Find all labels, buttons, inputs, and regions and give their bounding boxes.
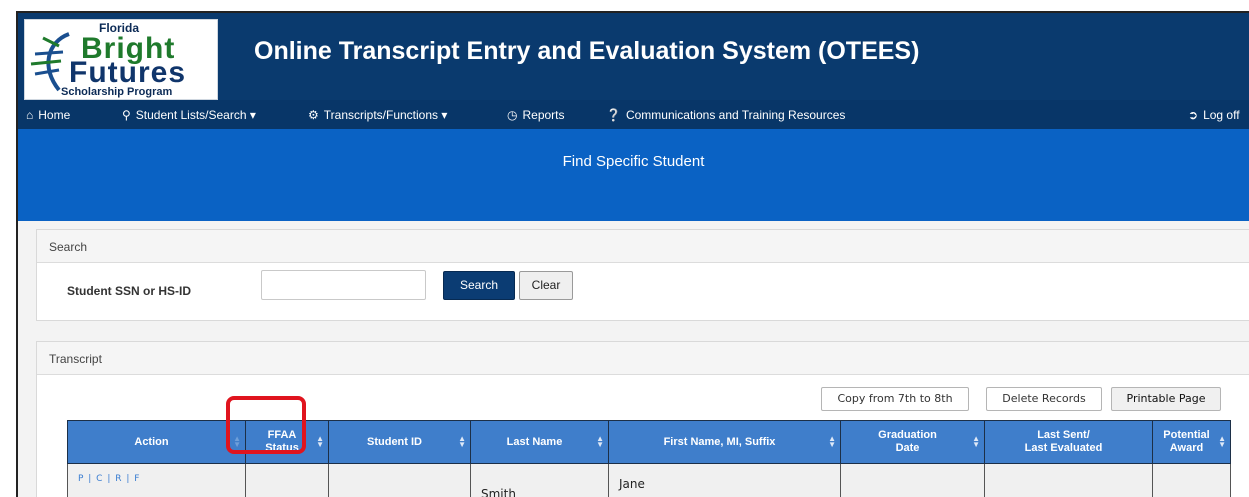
nav-transcripts[interactable]: ⚙ Transcripts/Functions ▾ xyxy=(308,108,447,122)
question-icon: ❔ xyxy=(606,108,621,122)
last-name-cell: Smith xyxy=(470,463,609,497)
nav-transcripts-label: Transcripts/Functions xyxy=(323,108,439,122)
column-header-label: First Name, MI, Suffix xyxy=(663,435,776,448)
nav-student-lists-label: Student Lists/Search xyxy=(135,108,247,122)
nav-home[interactable]: ⌂ Home xyxy=(26,108,70,122)
main-nav: ⌂ Home ⚲ Student Lists/Search ▾ ⚙ Transcrip… xyxy=(18,100,1249,129)
nav-logoff[interactable]: ➲ Log off xyxy=(1188,108,1240,122)
column-header-first-name[interactable]: First Name, MI, Suffix ▲ ▼ xyxy=(608,420,841,464)
column-header-action[interactable]: Action ▲ ▼ xyxy=(67,420,246,464)
clock-icon: ◷ xyxy=(507,108,518,122)
bright-futures-logo[interactable]: Florida Bright Futures Scholarship Progr… xyxy=(24,19,218,100)
last-name-value: Smith xyxy=(481,486,516,497)
nav-communications[interactable]: ❔ Communications and Training Resources xyxy=(606,108,845,122)
column-header-label: Graduation xyxy=(878,429,937,441)
column-header-label: Action xyxy=(134,435,169,448)
sort-icon: ▲ ▼ xyxy=(458,434,466,449)
ssn-field-label: Student SSN or HS-ID xyxy=(67,284,192,298)
column-header-label-line2: Last Evaluated xyxy=(1024,442,1103,454)
sort-icon: ▲ ▼ xyxy=(828,434,836,449)
copy-7th-to-8th-button[interactable]: Copy from 7th to 8th xyxy=(821,387,969,411)
potential-award-cell xyxy=(1152,463,1231,497)
nav-logoff-label: Log off xyxy=(1203,108,1240,122)
nav-student-lists[interactable]: ⚲ Student Lists/Search ▾ xyxy=(122,108,256,122)
page-banner: Find Specific Student xyxy=(18,129,1249,221)
logout-icon: ➲ xyxy=(1188,108,1199,122)
search-icon: ⚲ xyxy=(122,108,131,122)
column-header-student-id[interactable]: Student ID ▲ ▼ xyxy=(328,420,471,464)
app-title: Online Transcript Entry and Evaluation S… xyxy=(254,37,920,65)
ffaa-status-highlight-box xyxy=(226,396,306,454)
gear-icon: ⚙ xyxy=(308,108,319,122)
chevron-down-icon: ▾ xyxy=(438,108,448,122)
column-header-label: Student ID xyxy=(367,435,422,448)
nav-home-label: Home xyxy=(38,108,71,122)
delete-records-button[interactable]: Delete Records xyxy=(986,387,1102,411)
sort-icon: ▲ ▼ xyxy=(316,434,324,449)
clear-button[interactable]: Clear xyxy=(519,271,573,300)
column-header-last-sent[interactable]: Last Sent/ Last Evaluated xyxy=(984,420,1153,464)
ffaa-status-cell xyxy=(245,463,329,497)
action-links[interactable]: P | C | R | F xyxy=(78,474,140,484)
column-header-potential-award[interactable]: Potential Award ▲ ▼ xyxy=(1152,420,1231,464)
first-name-cell: Jane xyxy=(608,463,841,497)
printable-page-button[interactable]: Printable Page xyxy=(1111,387,1221,411)
sort-icon: ▲ ▼ xyxy=(972,434,980,449)
column-header-label: Potential xyxy=(1163,429,1210,441)
table-row[interactable]: P | C | R | F Smith Jane xyxy=(67,463,1231,497)
sort-icon: ▲ ▼ xyxy=(1218,434,1226,449)
column-header-last-name[interactable]: Last Name ▲ ▼ xyxy=(470,420,609,464)
last-sent-cell xyxy=(984,463,1153,497)
app-header: Florida Bright Futures Scholarship Progr… xyxy=(18,13,1249,107)
home-icon: ⌂ xyxy=(26,108,34,122)
page-title: Find Specific Student xyxy=(562,153,705,170)
graduation-date-cell xyxy=(840,463,985,497)
column-header-label: Last Name xyxy=(506,435,563,448)
chevron-down-icon: ▾ xyxy=(246,108,256,122)
search-panel-heading: Search xyxy=(37,230,1249,263)
logo-futures-text: Futures xyxy=(69,56,187,89)
nav-communications-label: Communications and Training Resources xyxy=(625,108,846,122)
column-header-label-line2: Date xyxy=(895,442,920,454)
search-button[interactable]: Search xyxy=(443,271,515,300)
sort-icon: ▲ ▼ xyxy=(596,434,604,449)
transcript-panel-heading: Transcript xyxy=(37,342,1249,375)
action-cell: P | C | R | F xyxy=(67,463,246,497)
transcript-panel: Transcript Copy from 7th to 8th Delete R… xyxy=(36,341,1249,497)
app-window: Florida Bright Futures Scholarship Progr… xyxy=(16,11,1249,497)
nav-reports-label: Reports xyxy=(522,108,565,122)
first-name-value: Jane xyxy=(619,476,645,491)
student-id-cell xyxy=(328,463,471,497)
column-header-label: Last Sent/ xyxy=(1037,429,1090,441)
nav-reports[interactable]: ◷ Reports xyxy=(507,108,565,122)
column-header-label-line2: Award xyxy=(1169,442,1204,454)
search-panel: Search Student SSN or HS-ID Search Clear xyxy=(36,229,1249,321)
logo-program-text: Scholarship Program xyxy=(61,86,173,98)
ssn-input[interactable] xyxy=(261,270,426,300)
column-header-graduation-date[interactable]: Graduation Date ▲ ▼ xyxy=(840,420,985,464)
